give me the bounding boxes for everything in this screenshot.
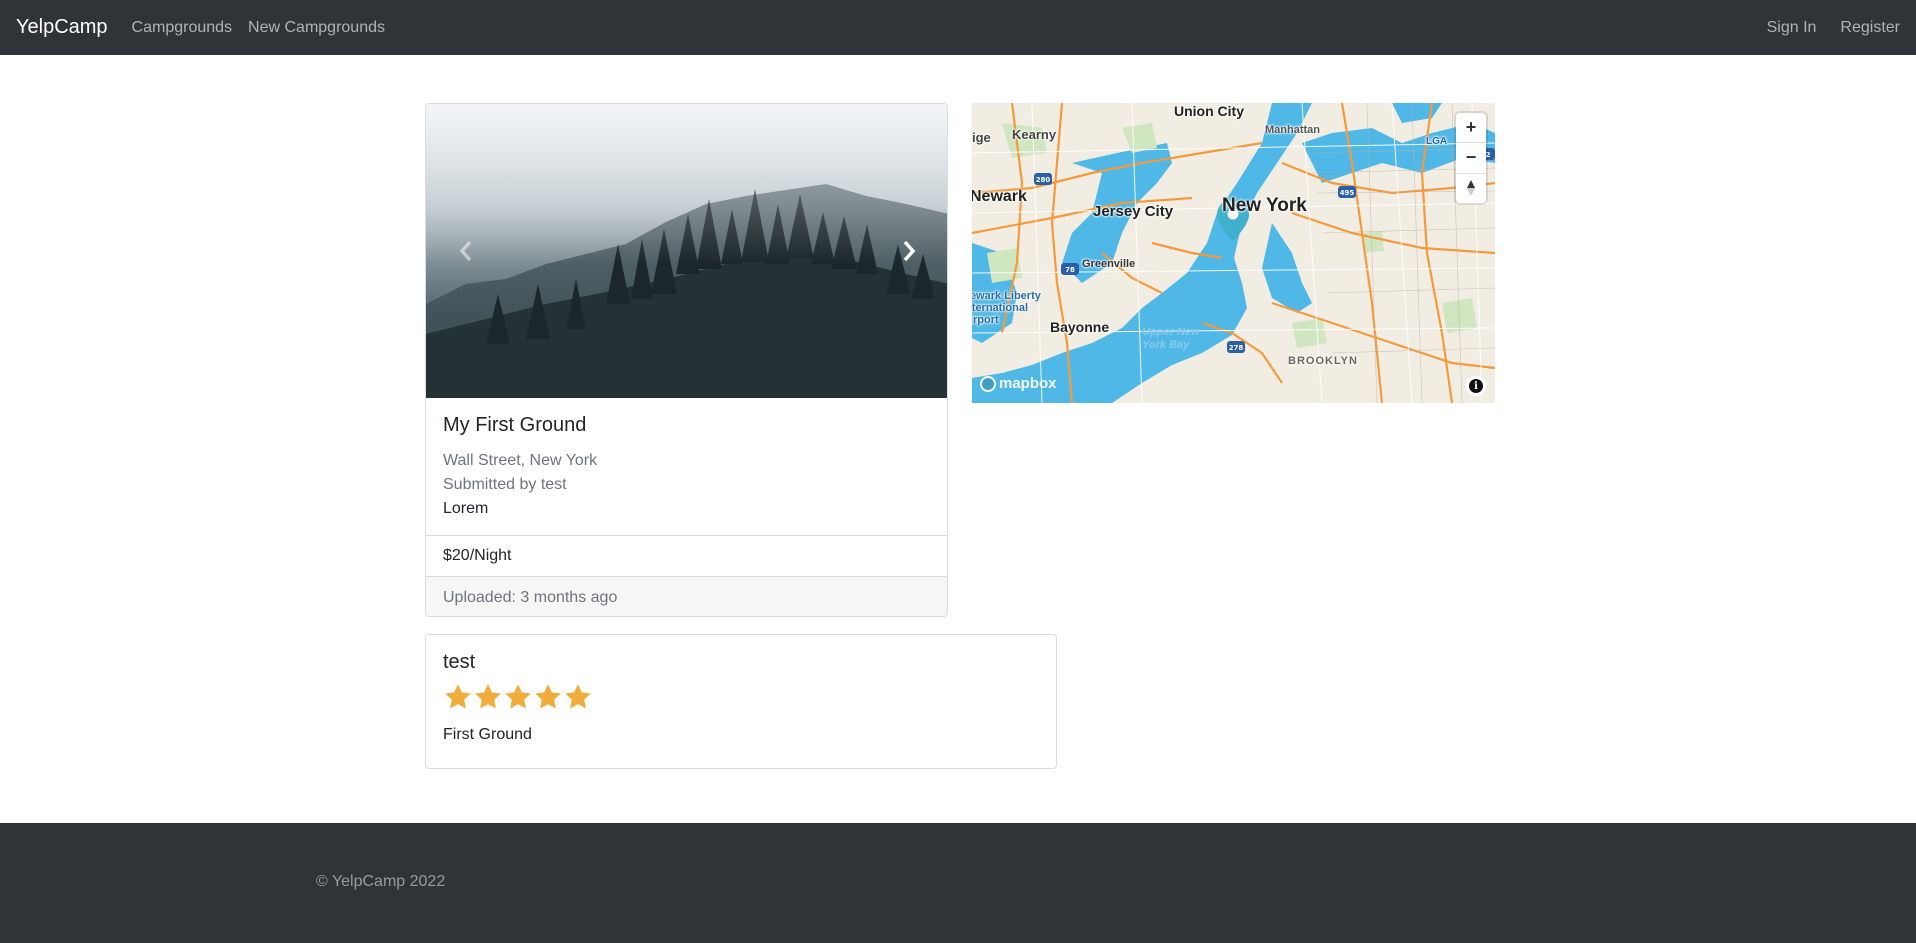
nav-link-sign-in[interactable]: Sign In [1767, 19, 1817, 37]
chevron-right-icon [903, 240, 916, 262]
image-carousel [426, 104, 947, 398]
campground-location: Wall Street, New York [443, 452, 598, 469]
mapbox-logo[interactable]: mapbox [980, 375, 1057, 392]
review-card: test First Ground [425, 634, 1057, 769]
campground-description: Lorem [443, 500, 489, 517]
campground-map[interactable]: 280 78 495 278 2 Union City Manhattan Ke… [972, 103, 1495, 403]
svg-text:495: 495 [1340, 189, 1355, 197]
map-label-bayonne: Bayonne [1050, 319, 1110, 335]
star-icon [475, 684, 501, 709]
zoom-in-button[interactable]: + [1456, 113, 1486, 144]
brand-logo-link[interactable]: YelpCamp [16, 16, 108, 39]
svg-text:280: 280 [1036, 176, 1051, 184]
campground-price: $20/Night [426, 536, 947, 577]
zoom-out-button[interactable]: − [1456, 143, 1486, 174]
map-label-manhattan: Manhattan [1265, 124, 1320, 136]
compass-button[interactable] [1456, 174, 1486, 203]
map-label-union-city: Union City [1174, 103, 1244, 119]
star-icon [565, 684, 591, 709]
campground-author: Submitted by test [443, 476, 567, 493]
map-label-upper-bay: Upper New York Bay [1142, 326, 1200, 351]
campground-card: My First Ground Wall Street, New York Su… [425, 103, 948, 617]
star-icon [535, 684, 561, 709]
map-label-newark: Newark [972, 188, 1027, 205]
svg-text:278: 278 [1229, 344, 1244, 352]
footer-copyright: © YelpCamp 2022 [316, 873, 446, 890]
compass-icon [1467, 180, 1475, 197]
nav-link-campgrounds[interactable]: Campgrounds [132, 19, 233, 37]
review-author: test [443, 651, 476, 673]
map-label-ige: ige [972, 130, 991, 145]
nav-right-group: Sign In Register [1743, 19, 1900, 37]
star-icon [505, 684, 531, 709]
map-label-greenville: Greenville [1082, 258, 1136, 270]
mapbox-icon [980, 375, 996, 392]
map-label-new-york: New York [1222, 195, 1307, 216]
map-label-airport: Newark Liberty International Airport [972, 290, 1041, 326]
card-body: My First Ground Wall Street, New York Su… [426, 398, 947, 536]
map-label-jersey-city: Jersey City [1093, 203, 1174, 220]
star-rating [443, 682, 1039, 712]
campground-upload-time: Uploaded: 3 months ago [426, 577, 947, 616]
mapbox-logo-text: mapbox [999, 375, 1057, 392]
map-attribution-button[interactable]: i [1466, 376, 1486, 396]
chevron-left-icon [459, 240, 472, 262]
map-label-brooklyn: BROOKLYN [1288, 355, 1358, 367]
carousel-next-button[interactable] [869, 104, 947, 398]
campground-title: My First Ground [443, 414, 587, 436]
nav-link-register[interactable]: Register [1840, 19, 1900, 37]
review-text: First Ground [443, 726, 532, 743]
info-icon: i [1469, 379, 1483, 393]
carousel-prev-button[interactable] [426, 104, 506, 398]
nav-link-new-campground[interactable]: New Campgrounds [248, 19, 385, 37]
star-icon [445, 684, 471, 709]
map-label-lga: LGA [1426, 136, 1448, 147]
top-navbar: YelpCamp Campgrounds New Campgrounds Sig… [0, 0, 1916, 55]
svg-text:2: 2 [1486, 151, 1491, 159]
svg-text:78: 78 [1065, 266, 1075, 274]
page-footer: © YelpCamp 2022 [0, 823, 1916, 943]
map-tiles: 280 78 495 278 2 [972, 103, 1495, 403]
map-navigation-control: + − [1456, 113, 1486, 203]
map-label-kearny: Kearny [1012, 127, 1057, 142]
